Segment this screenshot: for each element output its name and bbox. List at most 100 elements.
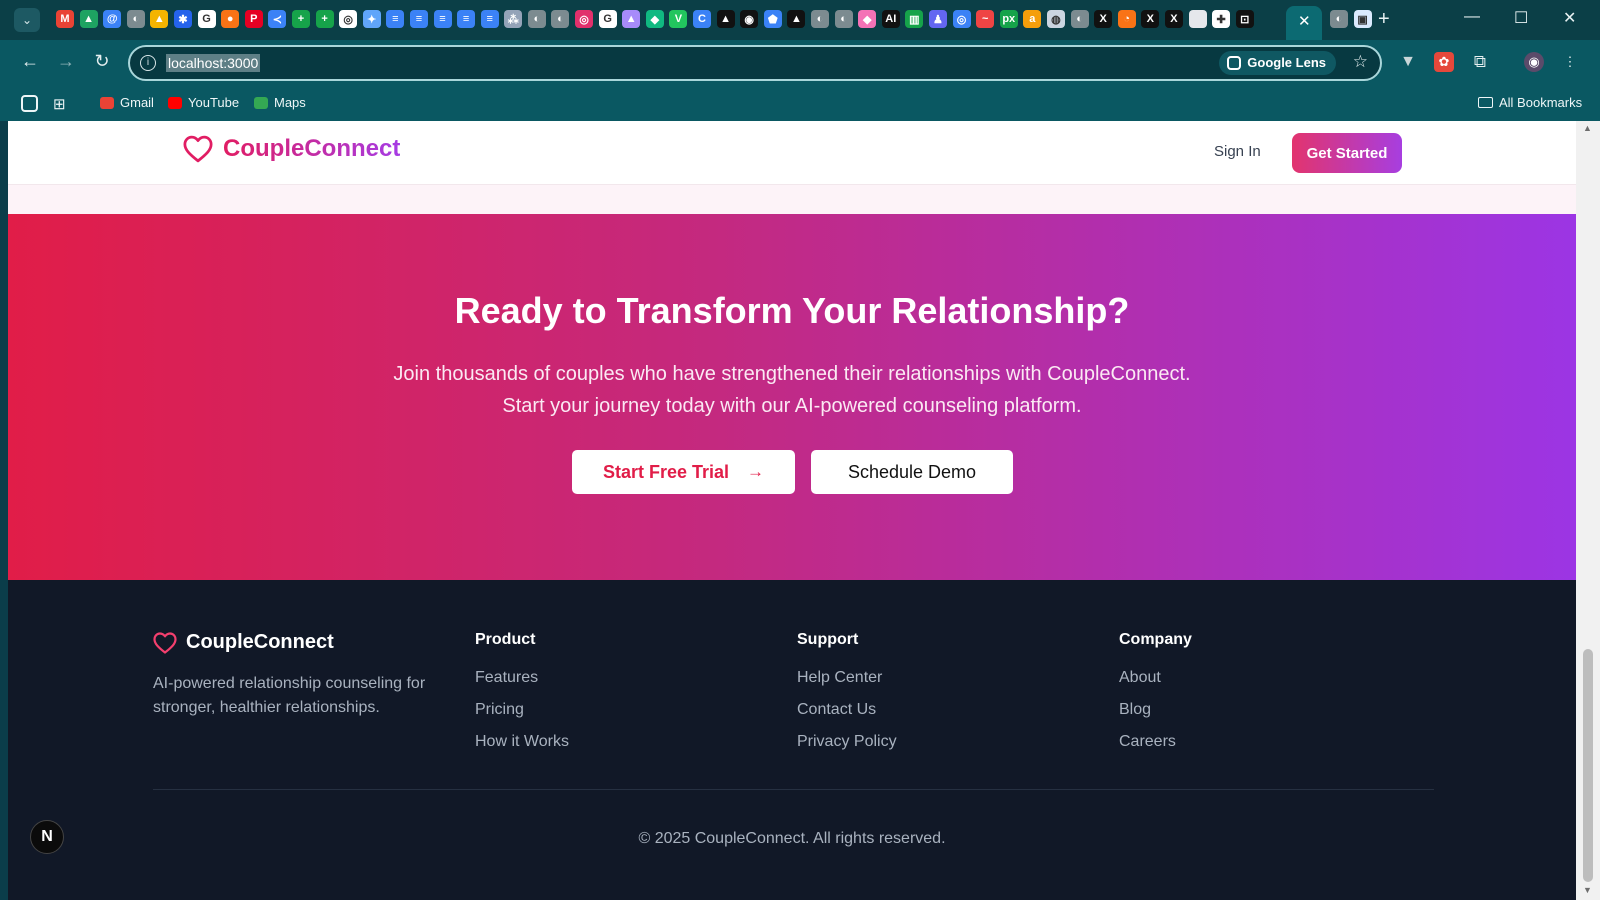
maximize-icon[interactable]: ☐ (1514, 8, 1528, 28)
ring-icon[interactable]: ◎ (952, 10, 971, 28)
google-icon-2[interactable]: G (598, 10, 617, 28)
minimize-icon[interactable]: — (1464, 8, 1480, 26)
firebase-icon[interactable]: ● (221, 10, 240, 28)
clock-icon[interactable]: ◔ (1117, 10, 1136, 28)
proton-icon[interactable]: @ (103, 10, 122, 28)
apps-grid-icon[interactable]: ⊞ (53, 95, 66, 113)
footer-link-blog[interactable]: Blog (1119, 701, 1192, 733)
sheets-icon[interactable]: + (291, 10, 310, 28)
globe-icon-2[interactable]: ◐ (527, 10, 546, 28)
scroll-thumb[interactable] (1583, 649, 1593, 882)
tab-search-dropdown[interactable]: ⌄ (14, 8, 40, 32)
chatgpt-icon[interactable]: ◍ (1046, 10, 1065, 28)
get-started-button[interactable]: Get Started (1292, 133, 1402, 173)
extensions-puzzle-icon[interactable]: ⧉ (1470, 52, 1490, 72)
docs-icon-2[interactable]: ≡ (409, 10, 428, 28)
docs-icon-5[interactable]: ≡ (480, 10, 499, 28)
menu-kebab-icon[interactable]: ⋮ (1560, 52, 1580, 72)
site-info-icon[interactable]: i (140, 55, 156, 71)
instagram-icon[interactable]: ◎ (575, 10, 594, 28)
drive-icon[interactable]: ▲ (79, 10, 98, 28)
footer-link-careers[interactable]: Careers (1119, 733, 1192, 765)
bar-icon[interactable]: ▥ (905, 10, 924, 28)
vpn-extension-icon[interactable]: ▼ (1398, 52, 1418, 72)
openai-icon[interactable]: ◎ (339, 10, 358, 28)
page-scrollbar[interactable]: ▲ ▼ (1576, 121, 1600, 900)
sign-in-link[interactable]: Sign In (1214, 143, 1261, 160)
footer-link-privacy-policy[interactable]: Privacy Policy (797, 733, 897, 765)
figma-icon[interactable]: ◆ (858, 10, 877, 28)
x-icon-3[interactable]: X (1164, 10, 1183, 28)
globe-icon-7[interactable]: ◐ (1330, 10, 1348, 28)
footer-link-about[interactable]: About (1119, 669, 1192, 701)
gmail-icon[interactable]: M (56, 10, 74, 28)
tab-groups-icon[interactable] (21, 95, 38, 112)
nextjs-dev-badge[interactable]: N (30, 820, 64, 854)
bookmark-maps[interactable]: Maps (254, 95, 306, 110)
bookmark-youtube[interactable]: YouTube (168, 95, 239, 110)
reload-icon[interactable]: ↻ (90, 51, 114, 72)
x-icon-2[interactable]: X (1141, 10, 1160, 28)
footer-link-pricing[interactable]: Pricing (475, 701, 569, 733)
globe-icon-4[interactable]: ◐ (811, 10, 829, 28)
character-icon[interactable]: ♟ (928, 10, 947, 28)
github-icon[interactable]: ◉ (740, 10, 759, 28)
footer-link-help-center[interactable]: Help Center (797, 669, 897, 701)
amazon-icon[interactable]: a (1023, 10, 1042, 28)
all-bookmarks[interactable]: All Bookmarks (1478, 95, 1582, 110)
back-icon[interactable]: ← (18, 51, 42, 72)
notion-icon[interactable]: ▲ (716, 10, 735, 28)
cta-subtitle: Join thousands of couples who have stren… (8, 358, 1576, 422)
gemini-icon[interactable]: ✦ (362, 10, 381, 28)
docs-icon[interactable]: ≡ (386, 10, 405, 28)
pinwheel-icon[interactable]: ✚ (1212, 10, 1231, 28)
blank-tab-icon[interactable] (1188, 10, 1207, 28)
bracket-icon[interactable]: ⊡ (1235, 10, 1254, 28)
docs-icon-3[interactable]: ≡ (433, 10, 452, 28)
px-icon[interactable]: px (999, 10, 1018, 28)
vercel-icon[interactable]: ▲ (787, 10, 806, 28)
dash-icon[interactable]: ~ (976, 10, 995, 28)
globe-icon-3[interactable]: ◐ (551, 10, 570, 28)
footer-link-how-it-works[interactable]: How it Works (475, 733, 569, 765)
arc-icon[interactable]: ▲ (622, 10, 641, 28)
vuetify-icon[interactable]: V (669, 10, 688, 28)
new-tab-button[interactable]: + (1378, 8, 1390, 31)
active-tab[interactable]: ✕ (1286, 6, 1322, 40)
url-text[interactable]: localhost:3000 (166, 54, 261, 72)
close-tab-icon[interactable]: ✕ (1298, 12, 1311, 30)
globe-icon-6[interactable]: ◐ (1070, 10, 1089, 28)
footer-link-contact-us[interactable]: Contact Us (797, 701, 897, 733)
start-free-trial-button[interactable]: Start Free Trial → (572, 450, 795, 494)
address-bar[interactable]: i localhost:3000 Google Lens ☆ (128, 45, 1382, 81)
vscode-icon[interactable]: ≺ (268, 10, 287, 28)
dropbox-icon[interactable]: ✱ (173, 10, 192, 28)
schedule-demo-button[interactable]: Schedule Demo (811, 450, 1013, 494)
diamond-icon[interactable]: ◆ (645, 10, 664, 28)
scroll-up-icon[interactable]: ▲ (1583, 123, 1592, 133)
forward-icon[interactable]: → (54, 51, 78, 72)
docs-icon-4[interactable]: ≡ (457, 10, 476, 28)
scroll-down-icon[interactable]: ▼ (1583, 885, 1592, 895)
image-icon[interactable]: ▣ (1353, 10, 1372, 28)
ai-icon[interactable]: AI (881, 10, 900, 28)
drive-icon-2[interactable]: ▲ (150, 10, 169, 28)
google-lens-button[interactable]: Google Lens (1219, 51, 1336, 75)
globe-icon-5[interactable]: ◐ (834, 10, 853, 28)
window-close-icon[interactable]: ✕ (1563, 8, 1576, 28)
profile-avatar-icon[interactable]: ◉ (1524, 52, 1544, 72)
footer-link-features[interactable]: Features (475, 669, 569, 701)
bookmark-gmail[interactable]: Gmail (100, 95, 154, 110)
tree-icon[interactable]: ⁂ (504, 10, 523, 28)
bookmark-star-icon[interactable]: ☆ (1353, 52, 1368, 72)
footer-logo[interactable]: CoupleConnect (153, 631, 334, 654)
circle-c-icon[interactable]: C (693, 10, 712, 28)
google-icon[interactable]: G (197, 10, 216, 28)
pinterest-icon[interactable]: P (244, 10, 263, 28)
site-logo[interactable]: CoupleConnect (183, 135, 400, 163)
shield-icon[interactable]: ⬟ (763, 10, 782, 28)
sheets-icon-2[interactable]: + (315, 10, 334, 28)
extension-icon[interactable]: ✿ (1434, 52, 1454, 72)
globe-icon[interactable]: ◐ (126, 10, 145, 28)
x-icon[interactable]: X (1094, 10, 1113, 28)
